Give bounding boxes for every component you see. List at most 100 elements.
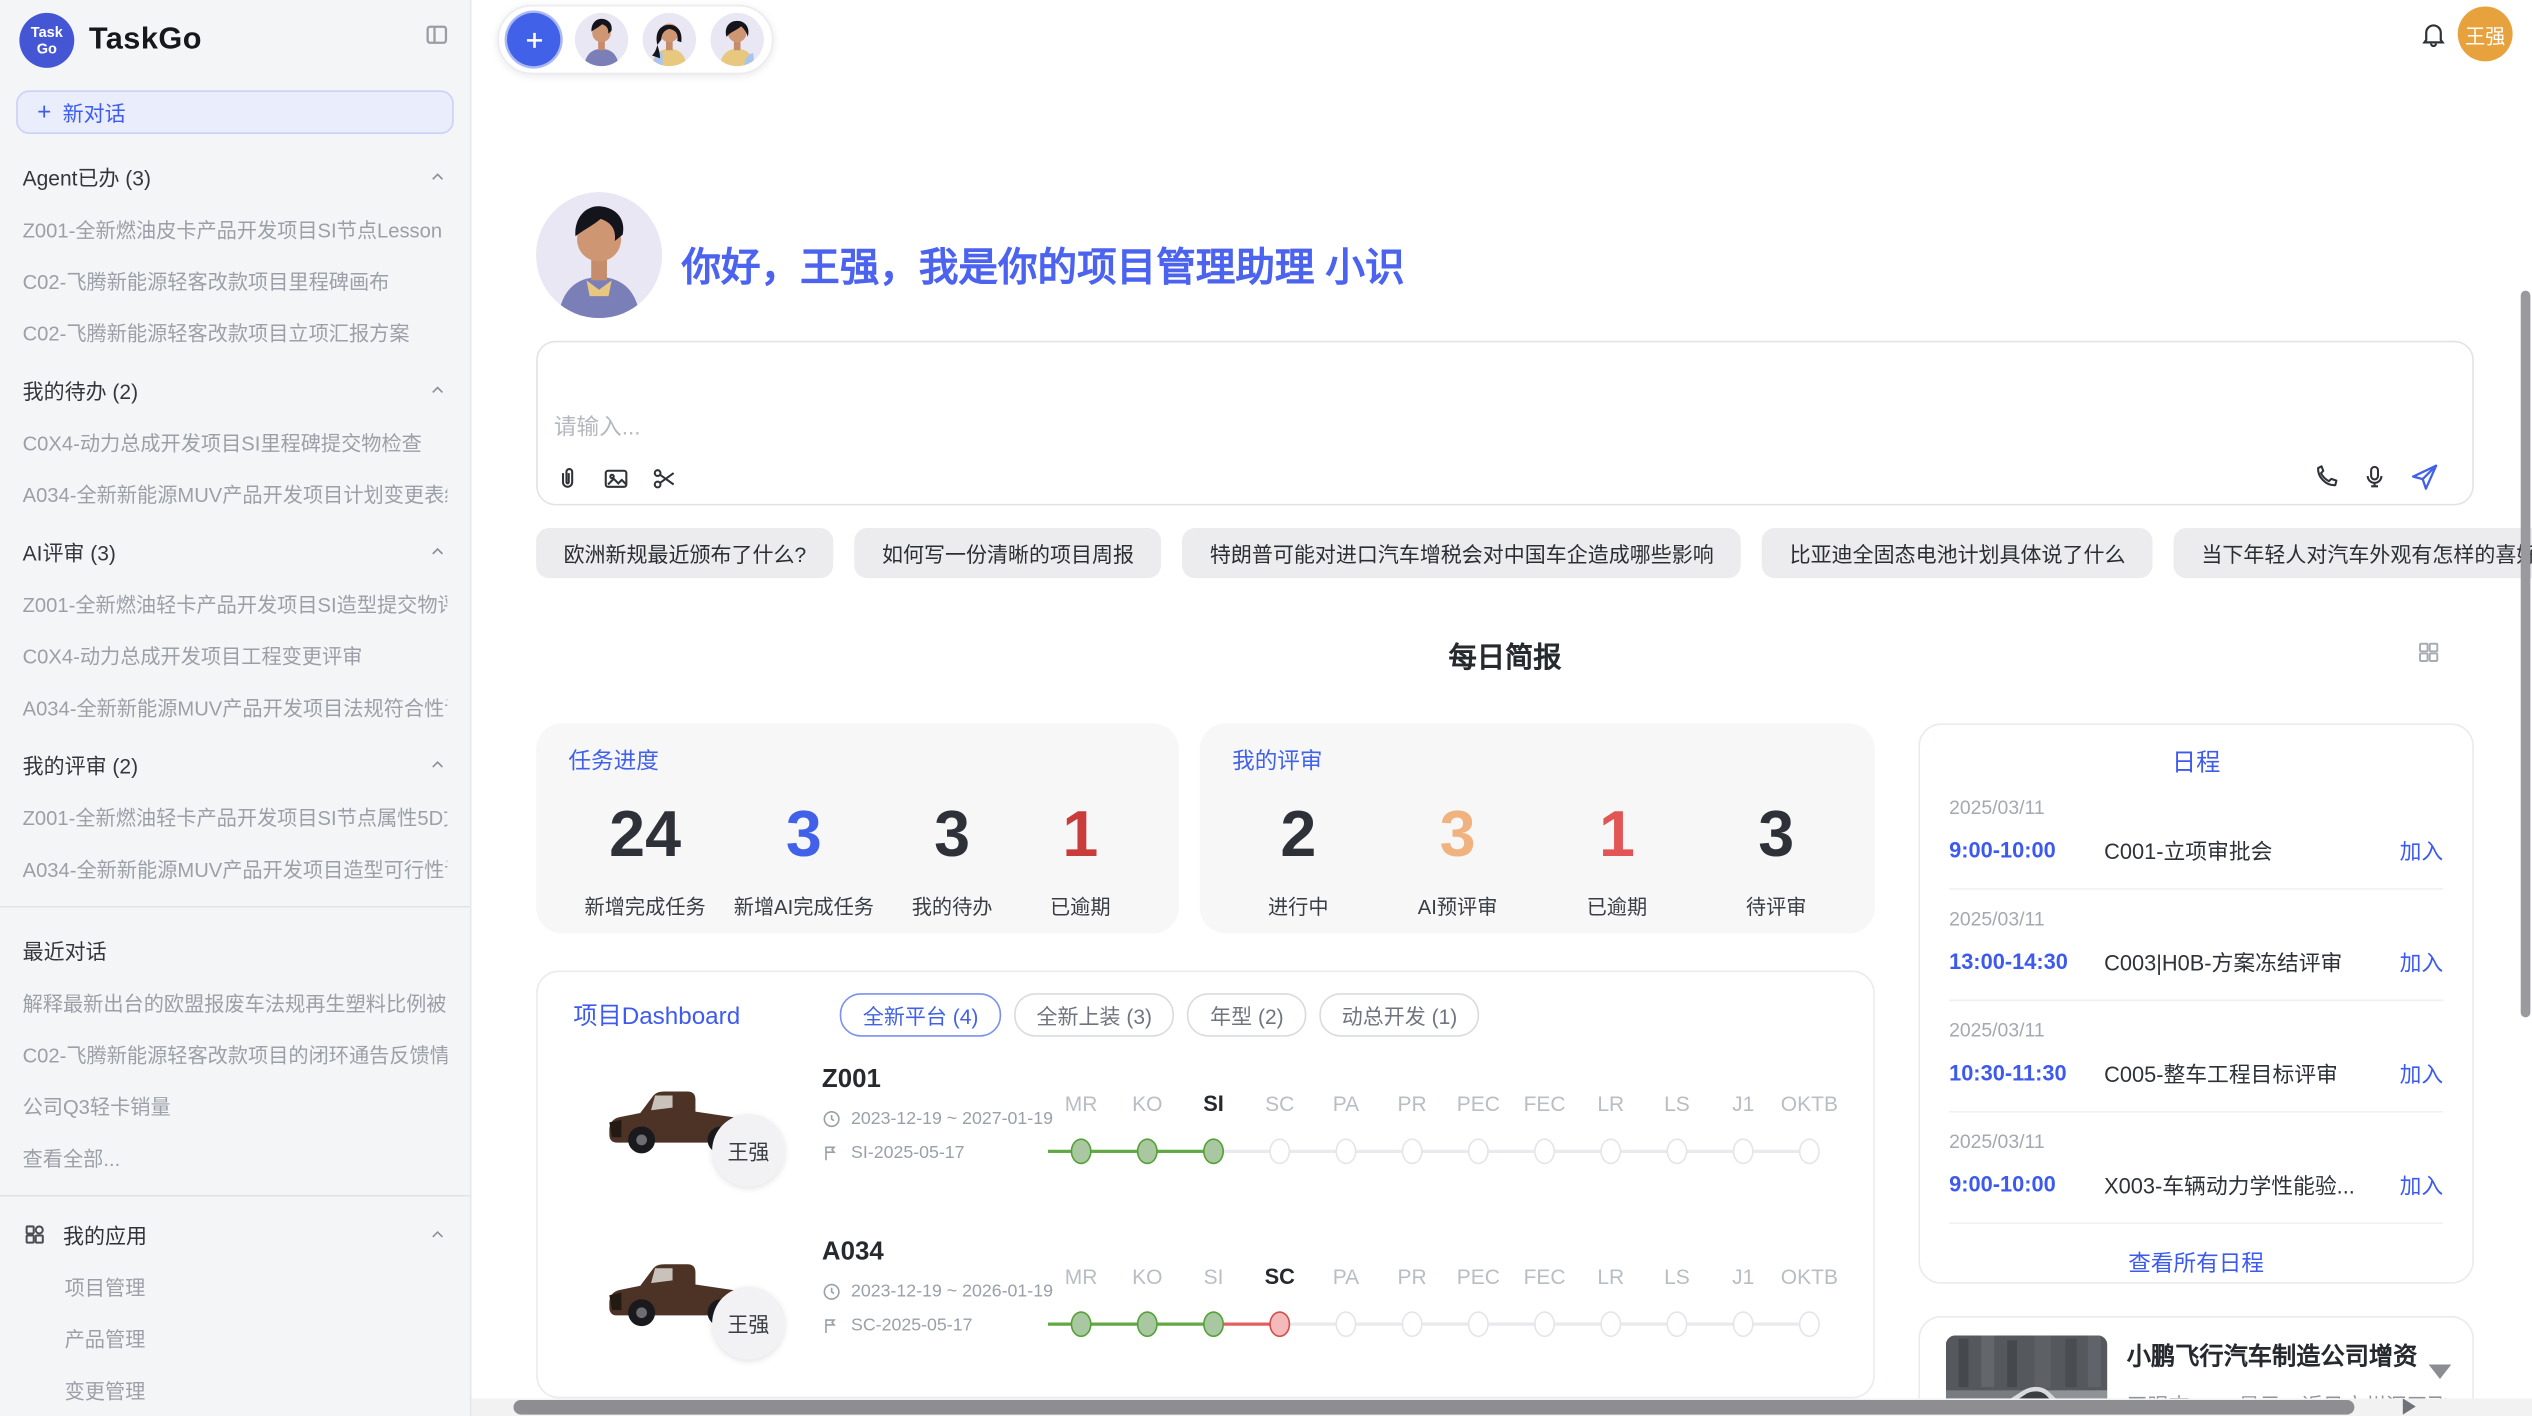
new-chat-button[interactable]: + 新对话	[16, 90, 454, 134]
dashboard-tab[interactable]: 全新平台 (4)	[840, 993, 1001, 1037]
suggestion-chip[interactable]: 如何写一份清晰的项目周报	[855, 528, 1162, 578]
app-item[interactable]: 变更管理	[65, 1374, 448, 1405]
stat: 2 进行中	[1248, 799, 1348, 920]
chevron-up-icon[interactable]	[428, 380, 447, 399]
dashboard-tab[interactable]: 年型 (2)	[1188, 993, 1307, 1037]
sidebar-item[interactable]: Z001-全新燃油皮卡产品开发项目SI节点Lesson Learn报告	[23, 213, 448, 244]
assistant-avatar	[536, 192, 662, 318]
sidebar-item-my-apps[interactable]: 我的应用	[23, 1219, 448, 1250]
schedule-item: 2025/03/11 10:30-11:30 C005-整车工程目标评审 加入	[1949, 1001, 2443, 1112]
taskgo-app: Task Go TaskGo + 新对话 Agent已办 (3) Z001-全新…	[0, 0, 2532, 1416]
recent-chat-item[interactable]: C02-飞腾新能源轻客改款项目的闭环通告反馈情况	[23, 1038, 448, 1069]
paperclip-icon[interactable]	[554, 465, 581, 492]
milestone-si: SI	[1180, 1063, 1246, 1176]
sidebar-item[interactable]: C02-飞腾新能源轻客改款项目里程碑画布	[23, 265, 448, 296]
schedule-event-name: C003|H0B-方案冻结评审	[2104, 945, 2400, 977]
sidebar-item[interactable]: C0X4-动力总成开发项目工程变更评审	[23, 639, 448, 670]
chevron-up-icon[interactable]	[428, 755, 447, 774]
section-label: 我的待办 (2)	[23, 375, 138, 406]
phone-icon[interactable]	[2312, 463, 2339, 490]
notification-bell-icon[interactable]	[2419, 19, 2448, 48]
milestone-ls: LS	[1644, 1063, 1710, 1176]
microphone-icon[interactable]	[2361, 463, 2388, 490]
sidebar-item[interactable]: Z001-全新燃油轻卡产品开发项目SI造型提交物评审	[23, 588, 448, 619]
scroll-down-arrow-icon[interactable]	[2429, 1365, 2452, 1380]
grid-icon[interactable]	[2416, 639, 2442, 665]
sidebar-item[interactable]: C0X4-动力总成开发项目SI里程碑提交物检查	[23, 426, 448, 457]
input-placeholder: 请输入...	[554, 410, 641, 442]
schedule-date: 2025/03/11	[1949, 1019, 2443, 1042]
next-milestone: SC-2025-05-17	[851, 1316, 972, 1335]
chevron-up-icon[interactable]	[428, 167, 447, 186]
suggestion-chip[interactable]: 当下年轻人对汽车外观有怎样的喜好趋势	[2174, 528, 2532, 578]
chat-input[interactable]: 请输入...	[536, 341, 2474, 506]
user-avatar[interactable]: 王强	[2458, 6, 2513, 61]
add-icon	[521, 27, 547, 53]
join-link[interactable]: 加入	[2400, 833, 2444, 865]
stat-value: 3	[1726, 799, 1826, 870]
flag-icon	[822, 1143, 841, 1162]
app-item[interactable]: 产品管理	[65, 1323, 448, 1354]
project-info: Z001 2023-12-19 ~ 2027-01-19 SI-2025-05-…	[822, 1066, 1053, 1163]
milestone-ko: KO	[1114, 1063, 1180, 1176]
my-review-card: 我的评审 2 进行中 3 AI预评审 1 已逾期 3 待评审	[1200, 723, 1875, 933]
app-item[interactable]: 项目管理	[65, 1271, 448, 1302]
suggestion-chip[interactable]: 欧洲新规最近颁布了什么?	[536, 528, 834, 578]
vertical-scrollbar-thumb[interactable]	[2521, 291, 2531, 1018]
scissors-icon[interactable]	[651, 465, 678, 492]
milestone-j1: J1	[1710, 1235, 1776, 1348]
suggestion-chip[interactable]: 比亚迪全固态电池计划具体说了什么	[1762, 528, 2153, 578]
dashboard-tab[interactable]: 全新上装 (3)	[1014, 993, 1175, 1037]
logo-text-top: Task	[31, 24, 63, 40]
columns-collapse-icon[interactable]	[423, 21, 450, 48]
project-dashboard: 项目Dashboard 全新平台 (4) 全新上装 (3) 年型 (2) 动总开发 (…	[536, 970, 1875, 1398]
project-row[interactable]: 王强 A034 2023-12-19 ~ 2026-01-19 SC-2025-…	[538, 1222, 1873, 1382]
image-icon[interactable]	[602, 465, 629, 492]
stat: 3 AI预评审	[1408, 799, 1508, 920]
suggestion-chip[interactable]: 特朗普可能对进口汽车增税会对中国车企造成哪些影响	[1182, 528, 1741, 578]
chevron-up-icon[interactable]	[428, 542, 447, 561]
join-link[interactable]: 加入	[2400, 1168, 2444, 1200]
sidebar-item[interactable]: A034-全新新能源MUV产品开发项目法规符合性评审	[23, 691, 448, 722]
card-title: 任务进度	[568, 744, 1146, 776]
section-label: 我的评审 (2)	[23, 749, 138, 780]
stat-value: 1	[1030, 799, 1130, 870]
new-chat-label: 新对话	[63, 97, 126, 128]
project-row[interactable]: 王强 Z001 2023-12-19 ~ 2027-01-19 SI-2025-…	[538, 1050, 1873, 1210]
project-code: A034	[822, 1239, 1053, 1268]
dashboard-tab[interactable]: 动总开发 (1)	[1319, 993, 1480, 1037]
add-session-button[interactable]	[507, 13, 560, 66]
join-link[interactable]: 加入	[2400, 945, 2444, 977]
owner-name: 王强	[727, 1308, 769, 1339]
recent-chat-item[interactable]: 公司Q3轻卡销量	[23, 1090, 448, 1121]
milestone-sc: SC	[1247, 1063, 1313, 1176]
dashboard-title: 项目Dashboard	[573, 998, 740, 1032]
horizontal-scrollbar-thumb[interactable]	[514, 1400, 2355, 1415]
recent-chat-item[interactable]: 查看全部...	[23, 1142, 448, 1173]
scroll-right-arrow-icon[interactable]	[2403, 1398, 2416, 1414]
schedule-title: 日程	[1920, 744, 2472, 778]
schedule-item: 2025/03/11 13:00-14:30 C003|H0B-方案冻结评审 加…	[1949, 890, 2443, 1001]
stat-value: 3	[734, 799, 874, 870]
sidebar-item[interactable]: A034-全新新能源MUV产品开发项目计划变更表编写	[23, 478, 448, 509]
agent-avatar-3[interactable]	[711, 13, 764, 66]
chevron-up-icon[interactable]	[428, 1225, 447, 1244]
sidebar-item[interactable]: A034-全新新能源MUV产品开发项目造型可行性评审	[23, 853, 448, 884]
agent-avatar-1[interactable]	[575, 13, 628, 66]
stat-label: 新增AI完成任务	[734, 890, 874, 921]
view-all-schedule-link[interactable]: 查看所有日程	[1920, 1247, 2472, 1279]
join-link[interactable]: 加入	[2400, 1056, 2444, 1088]
recent-chat-item[interactable]: 解释最新出台的欧盟报废车法规再生塑料比例被调至15%...	[23, 987, 448, 1018]
sidebar-item[interactable]: C02-飞腾新能源轻客改款项目立项汇报方案	[23, 317, 448, 348]
send-icon[interactable]	[2409, 462, 2440, 493]
owner-avatar: 王强	[712, 1287, 785, 1360]
milestone-ls: LS	[1644, 1235, 1710, 1348]
greeting-text: 你好，王强，我是你的项目管理助理 小识	[681, 237, 1404, 294]
stat-value: 3	[902, 799, 1002, 870]
app-logo: Task Go	[19, 13, 74, 68]
milestone-pr: PR	[1379, 1063, 1445, 1176]
project-info: A034 2023-12-19 ~ 2026-01-19 SC-2025-05-…	[822, 1239, 1053, 1336]
milestone-mr: MR	[1048, 1063, 1114, 1176]
sidebar-item[interactable]: Z001-全新燃油轻卡产品开发项目SI节点属性5D文件评审	[23, 801, 448, 832]
agent-avatar-2[interactable]	[643, 13, 696, 66]
